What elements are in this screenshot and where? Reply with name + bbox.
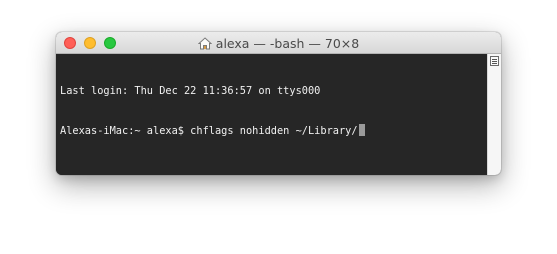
terminal-window: alexa — -bash — 70×8 Last login: Thu Dec… xyxy=(56,32,501,175)
terminal-output[interactable]: Last login: Thu Dec 22 11:36:57 on ttys0… xyxy=(56,54,487,175)
terminal-line-command: Alexas-iMac:~ alexa$ chflags nohidden ~/… xyxy=(60,124,483,137)
window-title-group: alexa — -bash — 70×8 xyxy=(56,32,501,54)
scrollbar-track[interactable] xyxy=(487,54,501,175)
terminal-line-login: Last login: Thu Dec 22 11:36:57 on ttys0… xyxy=(60,85,321,97)
title-bar[interactable]: alexa — -bash — 70×8 xyxy=(56,32,501,54)
home-icon xyxy=(197,36,212,50)
text-cursor xyxy=(358,124,365,136)
split-pane-button[interactable] xyxy=(490,56,499,66)
window-title: alexa — -bash — 70×8 xyxy=(215,35,360,51)
command-text: Alexas-iMac:~ alexa$ chflags nohidden ~/… xyxy=(60,125,358,137)
